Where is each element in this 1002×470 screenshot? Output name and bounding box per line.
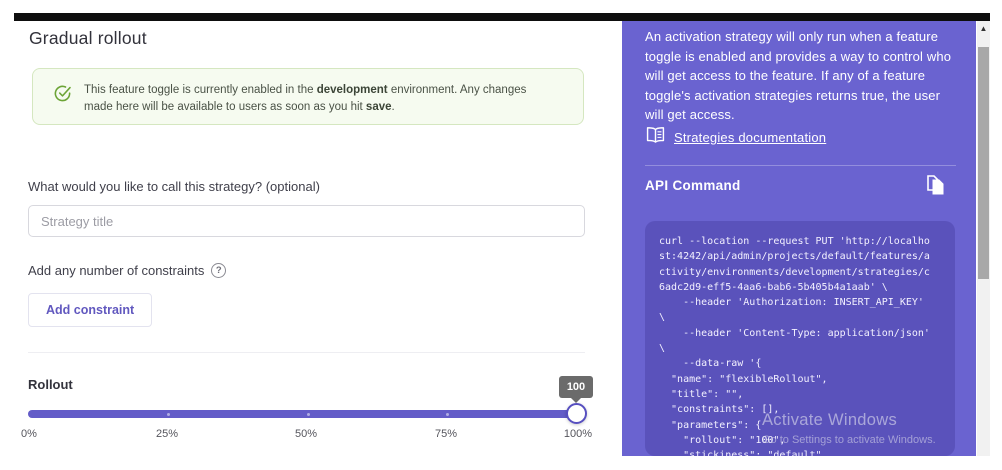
page-title: Gradual rollout <box>29 28 147 49</box>
scrollbar-thumb[interactable] <box>978 47 989 279</box>
alert-env-name: development <box>317 84 388 96</box>
constraints-label: Add any number of constraints <box>28 263 204 278</box>
api-command-code-block[interactable]: curl --location --request PUT 'http://lo… <box>645 221 955 456</box>
rollout-value-tooltip: 100 <box>559 376 593 398</box>
environment-enabled-alert: This feature toggle is currently enabled… <box>32 68 584 125</box>
panel-scrollbar[interactable]: ▲ <box>977 21 990 456</box>
panel-divider <box>645 165 956 166</box>
constraints-label-row: Add any number of constraints ? <box>28 263 226 278</box>
scrollbar-up-arrow-icon[interactable]: ▲ <box>977 24 990 34</box>
slider-tick-50 <box>307 413 310 416</box>
alert-part1: This feature toggle is currently enabled… <box>84 84 317 96</box>
strategy-description: An activation strategy will only run whe… <box>645 27 961 125</box>
api-command-code: curl --location --request PUT 'http://lo… <box>659 234 941 456</box>
tick-label-100: 100% <box>564 428 592 440</box>
alert-text: This feature toggle is currently enabled… <box>84 82 554 116</box>
book-icon <box>646 127 665 148</box>
help-icon[interactable]: ? <box>211 263 226 278</box>
alert-save-word: save <box>366 101 392 113</box>
strategies-documentation-link[interactable]: Strategies documentation <box>646 127 826 148</box>
add-constraint-button[interactable]: Add constraint <box>28 293 152 327</box>
api-command-title: API Command <box>645 178 741 193</box>
docs-link-label: Strategies documentation <box>674 130 826 145</box>
alert-part3: . <box>392 101 395 113</box>
rollout-slider-track[interactable] <box>28 410 585 418</box>
strategy-title-input[interactable] <box>28 205 585 237</box>
rollout-label: Rollout <box>28 377 73 392</box>
rollout-slider-thumb[interactable] <box>566 403 587 424</box>
section-divider <box>28 352 585 353</box>
strategy-title-label: What would you like to call this strateg… <box>28 179 320 194</box>
check-circle-icon <box>53 84 72 108</box>
tick-label-50: 50% <box>295 428 317 440</box>
tick-label-75: 75% <box>435 428 457 440</box>
slider-tick-25 <box>167 413 170 416</box>
slider-tick-75 <box>446 413 449 416</box>
strategy-guidance-panel: An activation strategy will only run whe… <box>622 21 976 456</box>
tick-label-0: 0% <box>21 428 37 440</box>
gradual-rollout-screen: Gradual rollout This feature toggle is c… <box>0 0 1002 470</box>
top-black-bar <box>14 13 990 21</box>
copy-icon[interactable] <box>924 173 948 199</box>
tick-label-25: 25% <box>156 428 178 440</box>
